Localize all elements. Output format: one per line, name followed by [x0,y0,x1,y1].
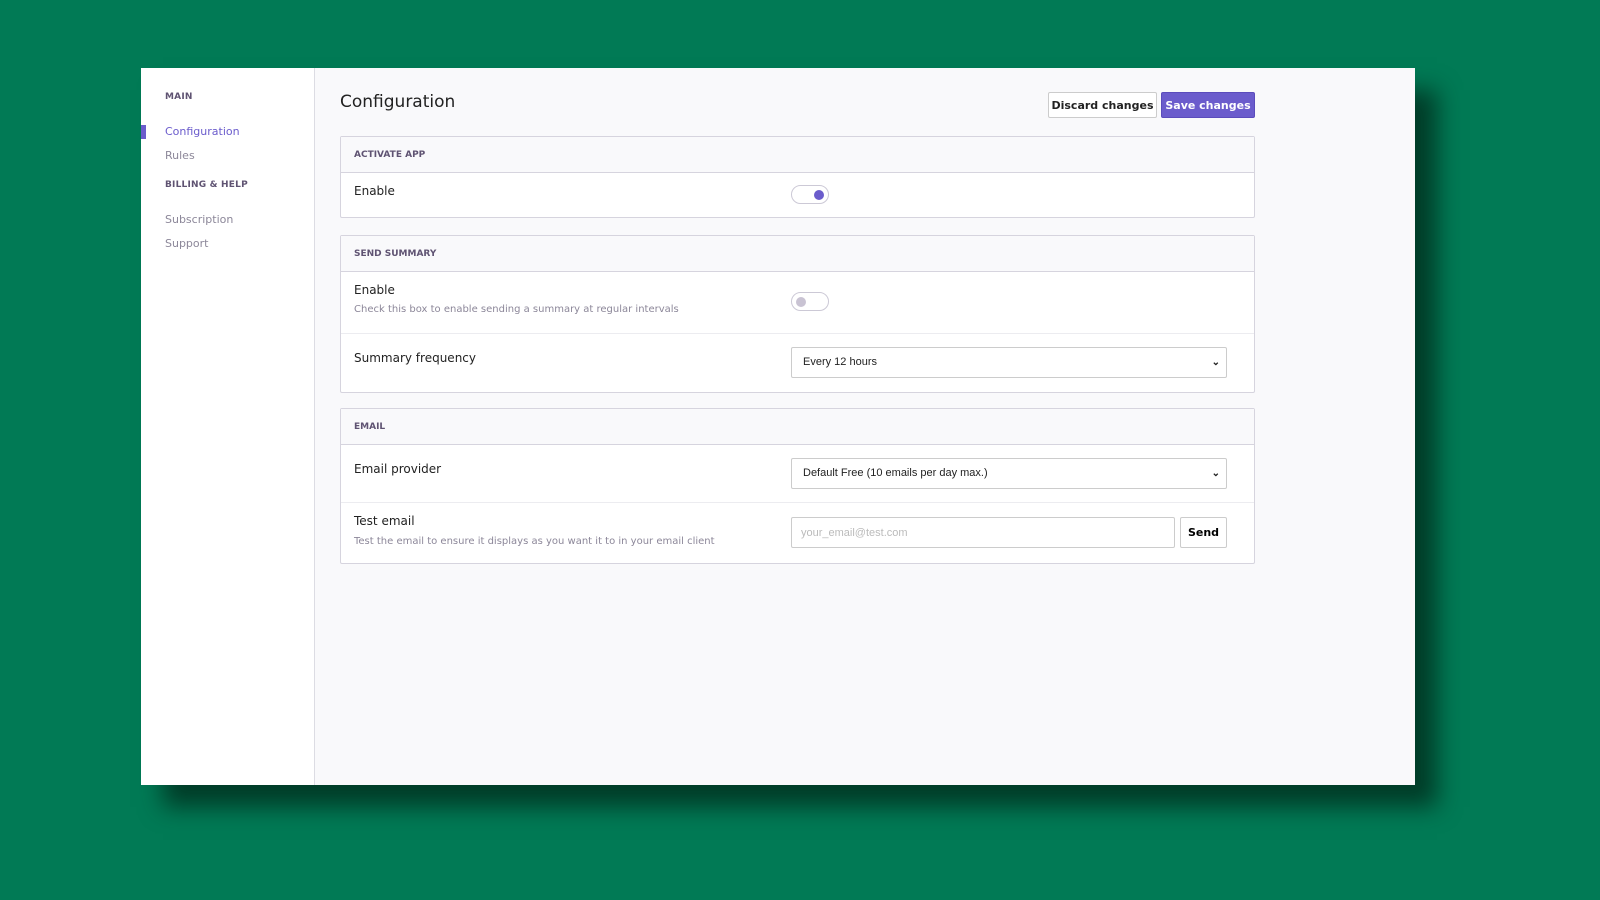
activate-app-card: ACTIVATE APP Enable [340,136,1255,218]
toggle-knob [814,190,824,200]
test-email-label: Test email [354,514,415,528]
provider-value: Default Free (10 emails per day max.) [803,467,988,479]
test-email-input[interactable] [791,517,1175,548]
email-card: EMAIL Email provider Default Free (10 em… [340,408,1255,564]
enable-description: Check this box to enable sending a summa… [354,304,679,315]
test-email-row: Test email Test the email to ensure it d… [341,503,1254,563]
sidebar-item-subscription[interactable]: Subscription [165,208,314,232]
provider-select[interactable]: Default Free (10 emails per day max.) ⌄ [791,458,1227,489]
discard-changes-button[interactable]: Discard changes [1048,92,1157,118]
sidebar-item-configuration[interactable]: Configuration [141,120,314,144]
frequency-label: Summary frequency [354,351,476,365]
summary-enable-row: Enable Check this box to enable sending … [341,272,1254,334]
chevron-down-icon: ⌄ [1211,357,1220,368]
card-heading: SEND SUMMARY [341,236,1254,272]
provider-row: Email provider Default Free (10 emails p… [341,445,1254,503]
send-summary-card: SEND SUMMARY Enable Check this box to en… [340,235,1255,393]
chevron-down-icon: ⌄ [1211,468,1220,479]
frequency-value: Every 12 hours [803,356,877,368]
enable-row: Enable [341,173,1254,217]
toggle-knob [796,297,806,307]
summary-toggle[interactable] [791,292,829,311]
sidebar-item-rules[interactable]: Rules [165,144,314,168]
enable-label: Enable [354,283,395,297]
sidebar-heading-billing: BILLING & HELP [165,180,248,190]
app-window: MAIN Configuration Rules BILLING & HELP … [141,68,1415,785]
frequency-select[interactable]: Every 12 hours ⌄ [791,347,1227,378]
enable-label: Enable [354,184,395,198]
sidebar-heading-main: MAIN [165,92,193,102]
test-email-description: Test the email to ensure it displays as … [354,536,715,547]
activate-toggle[interactable] [791,185,829,204]
sidebar: MAIN Configuration Rules BILLING & HELP … [141,68,315,785]
page-title: Configuration [340,92,456,112]
card-heading: ACTIVATE APP [341,137,1254,173]
sidebar-item-support[interactable]: Support [165,232,314,256]
frequency-row: Summary frequency Every 12 hours ⌄ [341,334,1254,392]
provider-label: Email provider [354,462,442,476]
save-changes-button[interactable]: Save changes [1161,92,1255,118]
main-content: Configuration Discard changes Save chang… [315,68,1415,785]
send-button[interactable]: Send [1180,517,1227,548]
card-heading: EMAIL [341,409,1254,445]
